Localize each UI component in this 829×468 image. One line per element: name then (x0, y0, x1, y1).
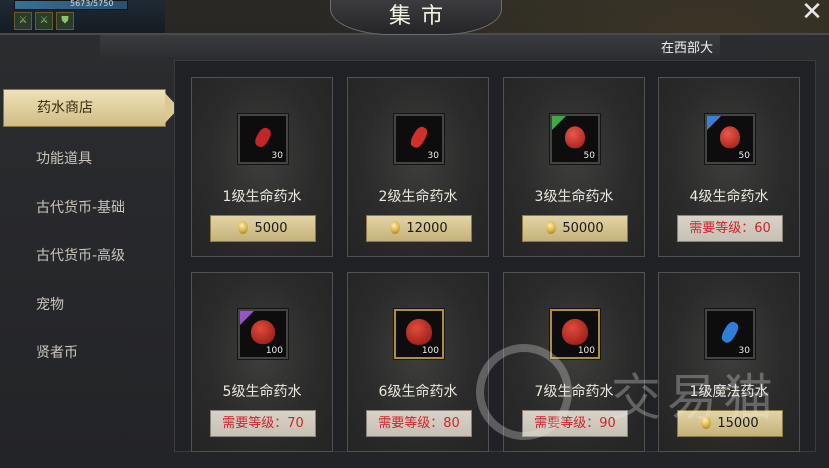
item-icon-frame: 50 (550, 114, 600, 164)
level-requirement: 需要等级：90 (522, 410, 628, 437)
item-icon-frame: 30 (238, 114, 288, 164)
level-requirement: 需要等级：80 (366, 410, 472, 437)
item-icon-frame: 100 (238, 309, 288, 359)
price-value: 12000 (406, 221, 448, 236)
shop-item-card[interactable]: 50 3级生命药水 50000 (503, 77, 645, 257)
shop-category-sidebar: 药水商店 功能道具 古代货币-基础 古代货币-高级 宠物 贤者币 (0, 86, 179, 378)
red-potion-small-icon (252, 125, 274, 150)
tab-label: 功能道具 (36, 151, 92, 167)
red-potion-large-icon (251, 320, 275, 345)
shop-item-card[interactable]: 100 6级生命药水 需要等级：80 (347, 272, 489, 452)
item-grid: 30 1级生命药水 5000 30 2级生命药水 12000 50 3级生命药水… (174, 60, 816, 452)
item-quantity: 30 (738, 346, 750, 356)
shield-icon[interactable]: ⛊ (56, 12, 74, 30)
price-value: 50000 (562, 221, 604, 236)
tab-label: 药水商店 (37, 100, 93, 116)
item-quantity: 100 (265, 346, 283, 356)
item-icon-frame: 100 (394, 309, 444, 359)
gold-coin-icon (546, 221, 557, 234)
item-quantity: 30 (427, 151, 439, 161)
shop-item-card[interactable]: 100 5级生命药水 需要等级：70 (191, 272, 333, 452)
close-button[interactable]: ✕ (799, 0, 825, 26)
price-button[interactable]: 5000 (210, 215, 316, 242)
item-quantity: 50 (738, 151, 750, 161)
level-requirement: 需要等级：70 (210, 410, 316, 437)
item-name: 3级生命药水 (534, 189, 614, 205)
shop-item-card[interactable]: 30 1级生命药水 5000 (191, 77, 333, 257)
item-name: 5级生命药水 (222, 384, 302, 400)
price-button[interactable]: 15000 (677, 410, 783, 437)
tab-ancient-currency-advanced[interactable]: 古代货币-高级 (0, 232, 168, 281)
item-icon-frame: 30 (394, 114, 444, 164)
item-name: 7级生命药水 (534, 384, 614, 400)
rarity-corner (552, 116, 566, 130)
location-text: 在西部大 (661, 41, 714, 56)
level-requirement: 需要等级：60 (677, 215, 783, 242)
item-icon-frame: 50 (705, 114, 755, 164)
gold-coin-icon (701, 416, 712, 429)
gold-coin-icon (238, 221, 249, 234)
price-value: 15000 (717, 416, 759, 431)
price-button[interactable]: 50000 (522, 215, 628, 242)
tab-label: 宠物 (36, 296, 64, 313)
shop-item-card[interactable]: 30 1级魔法药水 15000 (658, 272, 800, 452)
player-hud: 5673/5750 ⚔ ⚔ ⛊ (0, 0, 165, 36)
red-potion-large-icon (562, 318, 588, 345)
item-name: 1级魔法药水 (689, 384, 769, 400)
hp-text: 5673/5750 (70, 0, 114, 8)
red-potion-large-icon (406, 318, 432, 345)
item-name: 4级生命药水 (689, 189, 769, 205)
price-value: 5000 (254, 221, 288, 236)
red-potion-small-icon (408, 124, 430, 150)
title-plate: 集市 (330, 0, 502, 35)
sword-icon[interactable]: ⚔ (35, 12, 53, 30)
close-icon: ✕ (801, 0, 823, 27)
red-potion-flask-icon (720, 126, 740, 149)
tab-label: 贤者币 (36, 345, 78, 361)
tab-ancient-currency-basic[interactable]: 古代货币-基础 (0, 184, 168, 233)
tab-label: 古代货币-高级 (36, 248, 126, 264)
shop-item-card[interactable]: 100 7级生命药水 需要等级：90 (503, 272, 645, 452)
rarity-corner (707, 116, 721, 130)
tab-potion-shop[interactable]: 药水商店 (3, 89, 179, 127)
location-bar (100, 35, 720, 57)
price-button[interactable]: 12000 (366, 215, 472, 242)
sword-icon[interactable]: ⚔ (14, 12, 32, 30)
shop-item-card[interactable]: 30 2级生命药水 12000 (347, 77, 489, 257)
item-name: 1级生命药水 (222, 189, 302, 205)
item-quantity: 50 (583, 151, 595, 161)
shop-item-card[interactable]: 50 4级生命药水 需要等级：60 (658, 77, 800, 257)
item-quantity: 100 (577, 346, 595, 356)
tab-function-items[interactable]: 功能道具 (0, 135, 168, 184)
item-icon-frame: 100 (550, 309, 600, 359)
tab-pets[interactable]: 宠物 (0, 281, 168, 330)
gold-coin-icon (390, 221, 401, 234)
page-title: 集市 (388, 4, 453, 29)
item-icon-frame: 30 (705, 309, 755, 359)
item-quantity: 100 (421, 346, 439, 356)
blue-potion-small-icon (719, 319, 741, 345)
tab-label: 古代货币-基础 (36, 199, 126, 216)
red-potion-flask-icon (565, 126, 585, 149)
item-quantity: 30 (271, 151, 283, 161)
item-name: 6级生命药水 (378, 384, 458, 400)
buff-list: ⚔ ⚔ ⛊ (14, 12, 74, 30)
tab-sage-coin[interactable]: 贤者币 (0, 329, 168, 378)
item-name: 2级生命药水 (378, 189, 458, 205)
